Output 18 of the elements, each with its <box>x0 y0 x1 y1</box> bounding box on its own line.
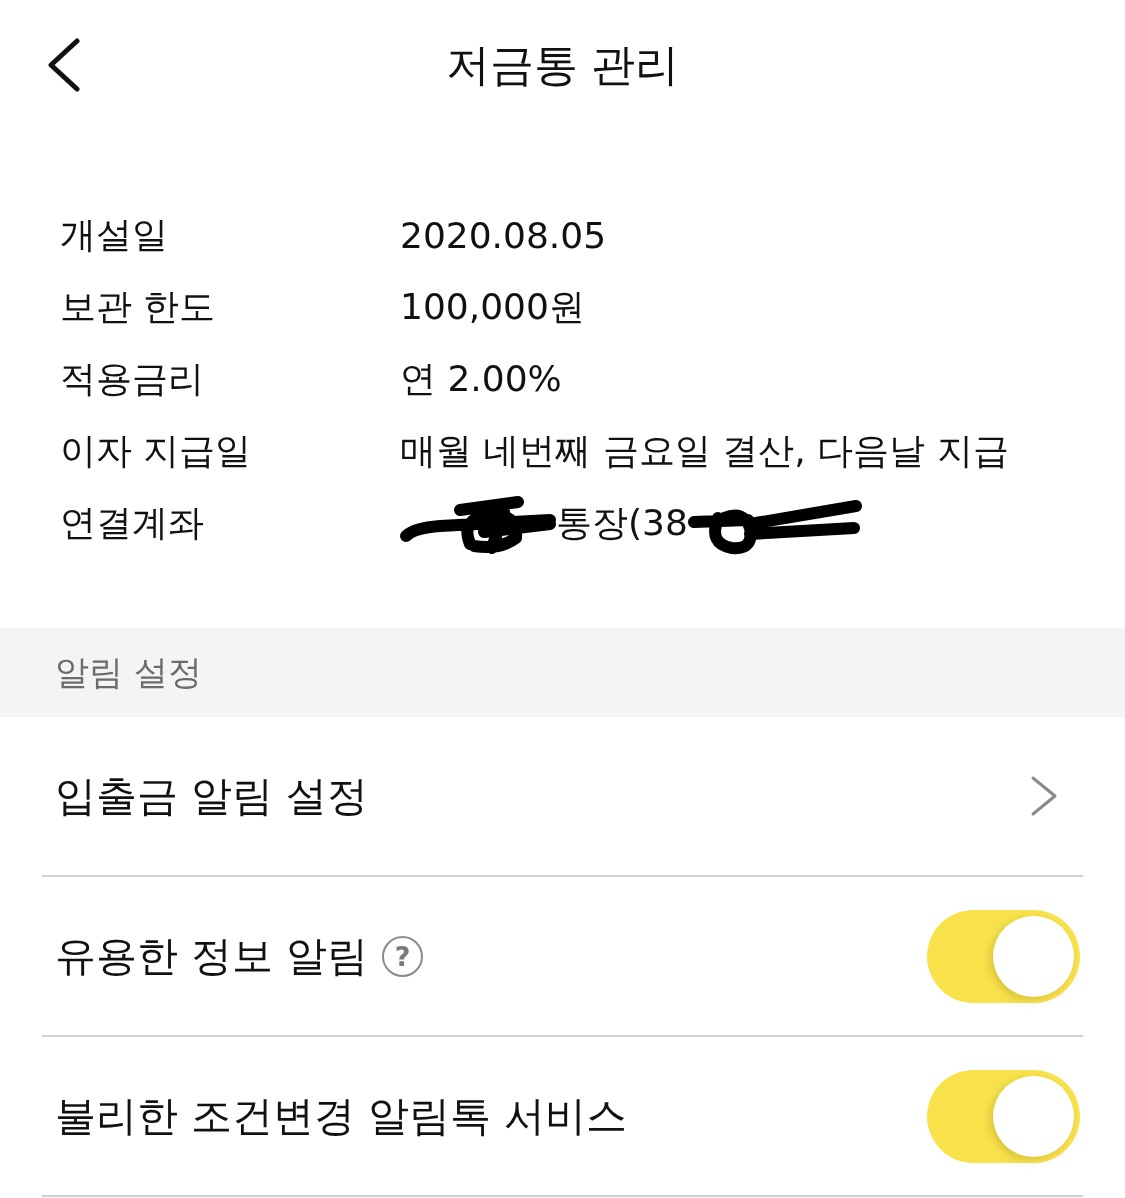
detail-value: 연 2.00% <box>400 356 562 401</box>
setting-label: 입출금 알림 설정 <box>55 770 369 822</box>
detail-value: 매월 네번째 금요일 결산, 다음날 지급 <box>400 428 1009 473</box>
detail-value: 2020.08.05 <box>400 214 607 256</box>
help-button[interactable]: ? <box>382 935 424 977</box>
detail-label: 개설일 <box>60 212 169 257</box>
detail-value: 통장(38 <box>556 500 688 545</box>
detail-label: 보관 한도 <box>60 284 217 329</box>
section-title: 알림 설정 <box>55 650 202 694</box>
detail-value: 100,000원 <box>400 284 585 329</box>
detail-label: 연결계좌 <box>60 500 205 545</box>
page-title: 저금통 관리 <box>445 37 680 92</box>
detail-label: 적용금리 <box>60 356 205 401</box>
back-icon[interactable] <box>46 38 82 92</box>
detail-label: 이자 지급일 <box>60 428 253 473</box>
chevron-right-icon[interactable] <box>1030 775 1058 817</box>
setting-label: 불리한 조건변경 알림톡 서비스 <box>55 1090 628 1142</box>
setting-label: 유용한 정보 알림 <box>55 930 369 982</box>
